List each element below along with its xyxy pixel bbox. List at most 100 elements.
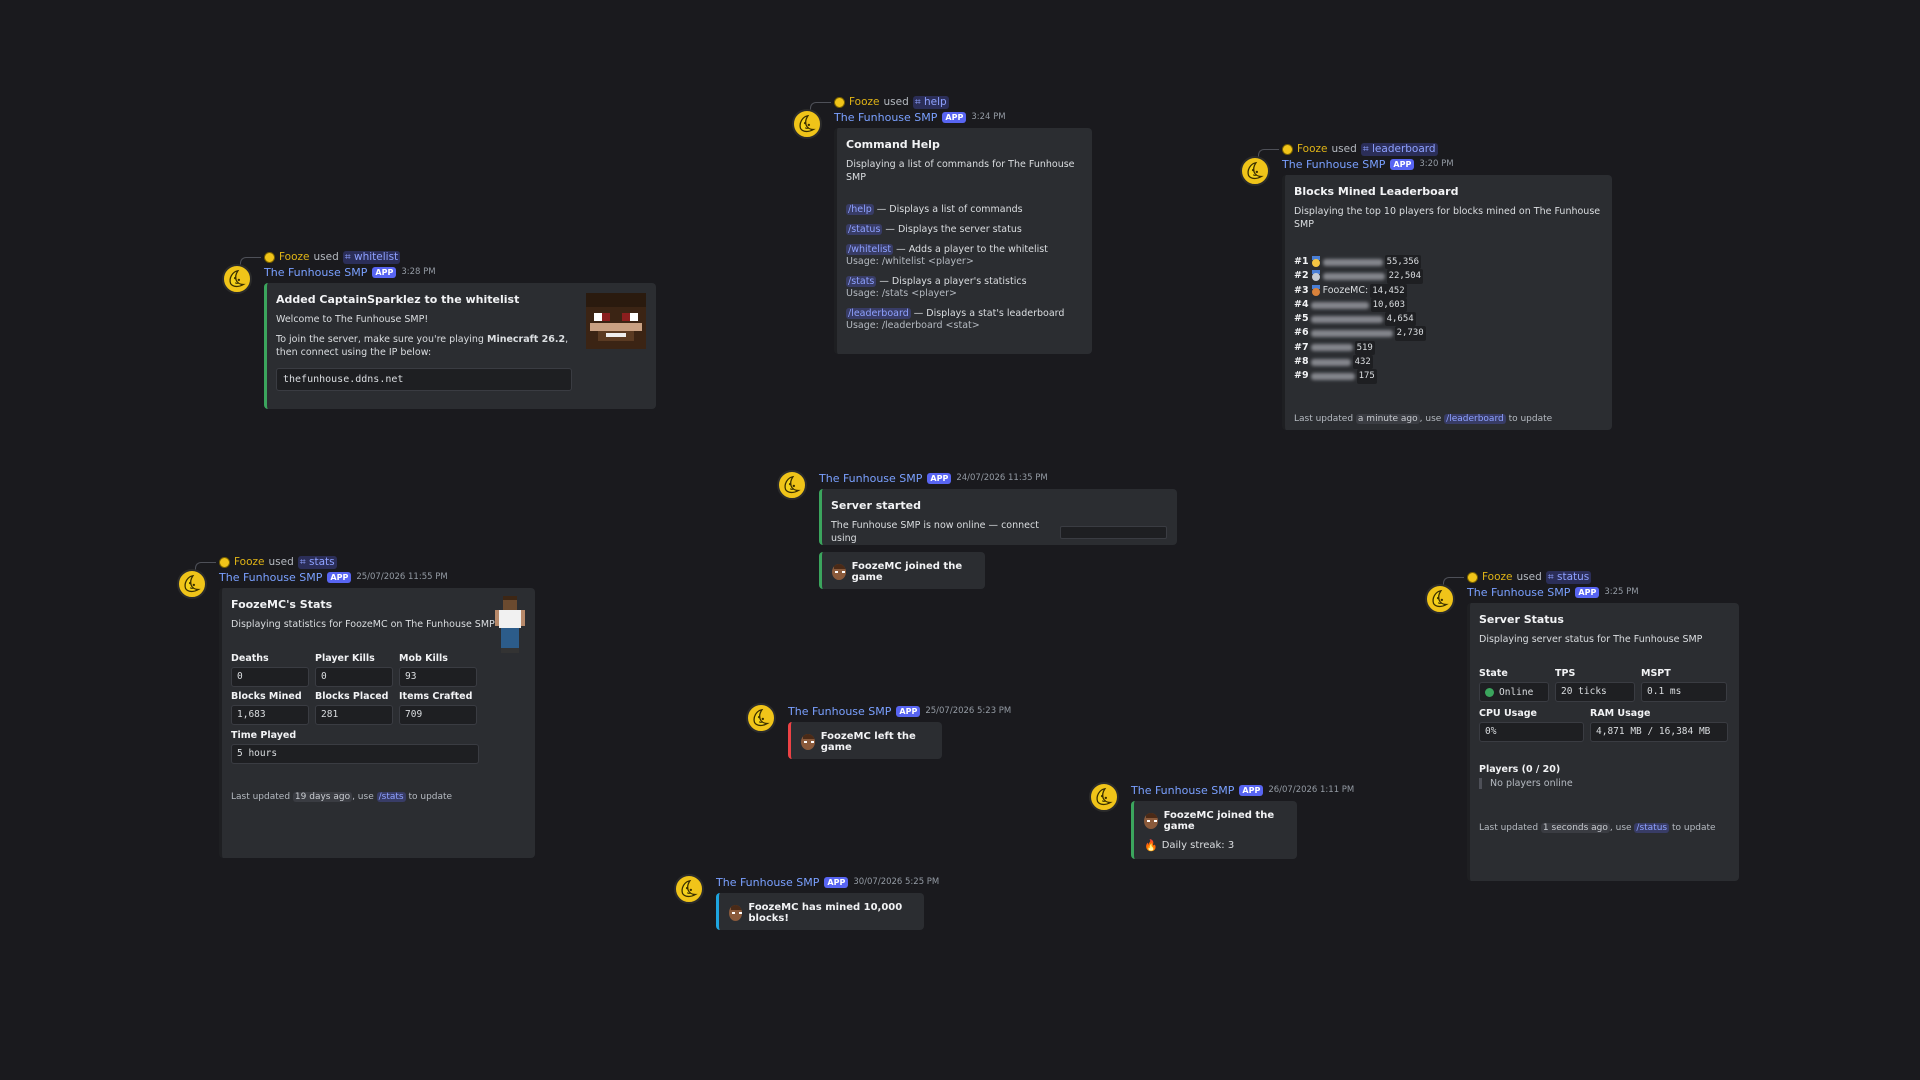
message-header: The Funhouse SMP APP 25/07/2026 11:55 PM — [219, 569, 557, 585]
message-header: The Funhouse SMP APP 24/07/2026 11:35 PM — [819, 470, 1197, 486]
bot-avatar[interactable] — [222, 264, 252, 294]
field-state: State Online — [1479, 668, 1549, 702]
command-list: /help — Displays a list of commands/stat… — [846, 204, 1082, 332]
footer-command-link[interactable]: /stats — [376, 792, 406, 802]
bot-name[interactable]: The Funhouse SMP — [716, 876, 819, 889]
redacted-player-name — [1310, 315, 1383, 323]
command-username[interactable]: Fooze — [279, 251, 310, 263]
slash-command[interactable]: ⌗ help — [912, 95, 949, 109]
command-reference[interactable]: Fooze used ⌗ whitelist — [222, 250, 662, 268]
banana-icon — [799, 115, 815, 133]
command-username[interactable]: Fooze — [1297, 143, 1328, 155]
bot-name[interactable]: The Funhouse SMP — [264, 266, 367, 279]
leaderboard-value: 10,603 — [1370, 297, 1408, 313]
leaderboard-value: 175 — [1356, 369, 1377, 384]
embed: Server started The Funhouse SMP is now o… — [819, 489, 1177, 545]
message-whitelist: Fooze used ⌗ whitelist The Funhouse SMP … — [222, 250, 662, 409]
message-left-game: The Funhouse SMP APP 25/07/2026 5:23 PM … — [746, 703, 1011, 759]
command-usage: Usage: /whitelist <player> — [846, 256, 974, 267]
command-list-item: /whitelist — Adds a player to the whitel… — [846, 244, 1082, 268]
banana-icon — [229, 270, 245, 288]
embed-footer: Last updated 1 seconds ago, use /status … — [1479, 823, 1716, 833]
message-server-started: The Funhouse SMP APP 24/07/2026 11:35 PM… — [777, 470, 1197, 589]
command-username[interactable]: Fooze — [1482, 571, 1513, 583]
command-username[interactable]: Fooze — [234, 556, 265, 568]
command-link[interactable]: /whitelist — [846, 244, 894, 255]
leaderboard-list: #1 55,356 #2 22,504 #3 FoozeMC: 14,452 #4 10,603… — [1294, 255, 1602, 384]
stat-field: Items Crafted 709 — [399, 691, 477, 725]
message-header: The Funhouse SMP APP 30/07/2026 5:25 PM — [716, 874, 964, 890]
bot-name[interactable]: The Funhouse SMP — [1131, 784, 1234, 797]
embed: Server Status Displaying server status f… — [1467, 603, 1739, 881]
bot-avatar[interactable] — [1089, 782, 1119, 812]
message-mined-milestone: The Funhouse SMP APP 30/07/2026 5:25 PM … — [674, 874, 964, 930]
bot-avatar[interactable] — [746, 703, 776, 733]
command-usage: Usage: /leaderboard <stat> — [846, 320, 980, 331]
embed-title: Command Help — [846, 138, 940, 151]
leaderboard-value: 55,356 — [1384, 255, 1422, 270]
bot-name[interactable]: The Funhouse SMP — [834, 111, 937, 124]
footer-command-link[interactable]: /status — [1634, 823, 1670, 833]
bot-name[interactable]: The Funhouse SMP — [819, 472, 922, 485]
leaderboard-value: 22,504 — [1386, 269, 1424, 284]
bot-name[interactable]: The Funhouse SMP — [1282, 158, 1385, 171]
command-link[interactable]: /leaderboard — [846, 308, 911, 319]
embed: Blocks Mined Leaderboard Displaying the … — [1282, 175, 1612, 430]
field-value: 93 — [399, 667, 477, 687]
command-link[interactable]: /help — [846, 204, 874, 215]
redacted-ip — [1060, 525, 1167, 539]
message-header: The Funhouse SMP APP 3:24 PM — [834, 109, 1112, 125]
command-link[interactable]: /stats — [846, 276, 877, 287]
slash-command[interactable]: ⌗ whitelist — [342, 250, 401, 264]
leaderboard-value: 2,730 — [1394, 326, 1426, 341]
player-skin-icon[interactable] — [495, 596, 525, 654]
command-link[interactable]: /status — [846, 224, 883, 235]
field-value: 0 — [315, 667, 393, 687]
redacted-player-name — [1322, 258, 1383, 266]
command-reference[interactable]: Fooze used ⌗ help — [792, 95, 1112, 113]
command-username[interactable]: Fooze — [849, 96, 880, 108]
embed-title: FoozeMC's Stats — [231, 598, 333, 611]
server-ip-codeblock[interactable]: thefunhouse.ddns.net — [276, 368, 572, 391]
footer-command-link[interactable]: /leaderboard — [1444, 413, 1506, 424]
redacted-player-name — [1310, 301, 1369, 309]
timestamp: 3:25 PM — [1604, 587, 1639, 597]
embed: FoozeMC joined the game 🔥 Daily streak: … — [1131, 801, 1297, 859]
bot-avatar[interactable] — [792, 109, 822, 139]
field-value: 709 — [399, 705, 477, 725]
slash-command[interactable]: ⌗ leaderboard — [1360, 142, 1438, 156]
timestamp: 25/07/2026 5:23 PM — [925, 706, 1012, 716]
field-ram: RAM Usage 4,871 MB / 16,384 MB — [1590, 708, 1728, 742]
player-name: FoozeMC: — [1322, 284, 1369, 296]
user-avatar-icon — [1467, 571, 1478, 583]
command-reference[interactable]: Fooze used ⌗ status — [1425, 570, 1755, 588]
captainsparklez-skin-face-icon[interactable] — [586, 293, 646, 349]
bot-avatar[interactable] — [777, 470, 807, 500]
banana-icon — [1432, 590, 1448, 608]
timestamp: 24/07/2026 11:35 PM — [956, 473, 1048, 483]
banana-icon — [681, 880, 697, 898]
bot-name[interactable]: The Funhouse SMP — [219, 571, 322, 584]
player-head-icon — [1144, 813, 1158, 829]
stat-field: Blocks Placed 281 — [315, 691, 393, 725]
slash-command[interactable]: ⌗ status — [1545, 570, 1592, 584]
bot-name[interactable]: The Funhouse SMP — [1467, 586, 1570, 599]
stat-field: Mob Kills 93 — [399, 653, 477, 687]
bot-name[interactable]: The Funhouse SMP — [788, 705, 891, 718]
banana-icon — [1096, 788, 1112, 806]
field-time-played: Time Played 5 hours — [231, 730, 525, 764]
leaderboard-value: 519 — [1354, 340, 1375, 356]
stat-field: Blocks Mined 1,683 — [231, 691, 309, 725]
slash-command[interactable]: ⌗ stats — [297, 555, 337, 569]
bot-avatar[interactable] — [1240, 156, 1270, 186]
embed-title: Blocks Mined Leaderboard — [1294, 185, 1459, 198]
command-reference[interactable]: Fooze used ⌗ stats — [177, 555, 557, 573]
bot-avatar[interactable] — [1425, 584, 1455, 614]
bot-avatar[interactable] — [674, 874, 704, 904]
fire-icon: 🔥 — [1144, 839, 1158, 852]
leaderboard-value: 4,654 — [1384, 312, 1416, 327]
bot-avatar[interactable] — [177, 569, 207, 599]
redacted-player-name — [1310, 344, 1353, 352]
command-reference[interactable]: Fooze used ⌗ leaderboard — [1240, 142, 1620, 160]
leaderboard-row: #3 FoozeMC: 14,452 — [1294, 283, 1602, 298]
